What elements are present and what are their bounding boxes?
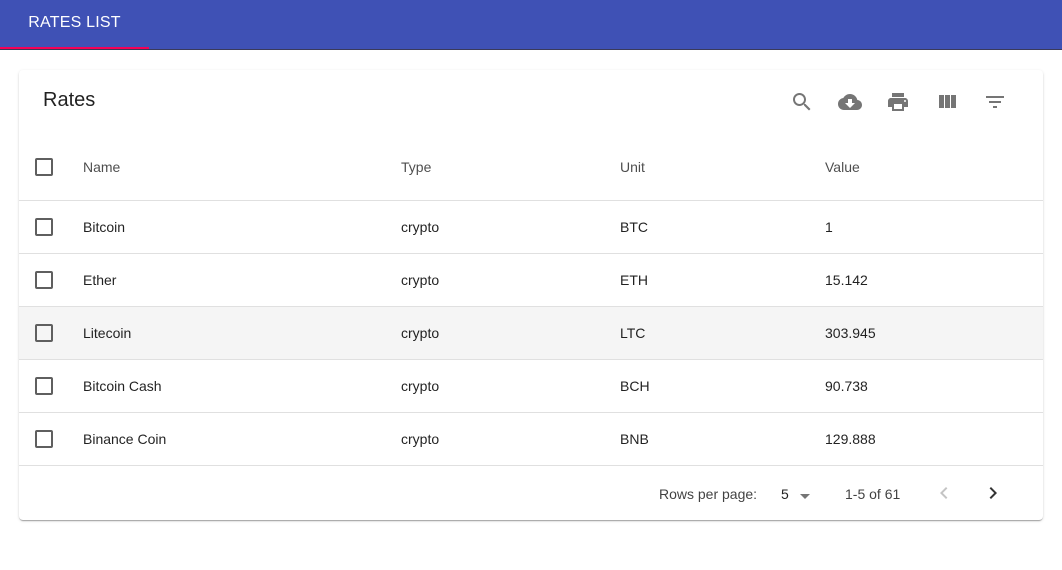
filter-table-button[interactable]	[979, 86, 1011, 118]
cell-type: crypto	[401, 272, 440, 288]
cell-name: Binance Coin	[83, 431, 167, 447]
tab-rates-list-label: RATES LIST	[28, 13, 121, 31]
cell-name: Bitcoin	[83, 219, 126, 235]
view-columns-button[interactable]	[931, 86, 963, 118]
table-row[interactable]: Bitcoin crypto BTC 1	[19, 201, 1043, 254]
cell-unit: BTC	[620, 219, 648, 235]
rows-per-page-value: 5	[781, 486, 789, 502]
cell-name: Ether	[83, 272, 117, 288]
chevron-left-icon	[940, 487, 948, 499]
row-checkbox[interactable]	[35, 218, 53, 236]
table-row[interactable]: Bitcoin Cash crypto BCH 90.738	[19, 360, 1043, 413]
cell-type: crypto	[401, 325, 440, 341]
rates-table-card: Rates Name Type Unit Value Bitcoin crypt…	[19, 70, 1043, 520]
pagination-range: 1-5 of 61	[845, 485, 901, 502]
column-header-type[interactable]: Type	[401, 134, 431, 200]
search-icon	[793, 93, 811, 111]
cell-value: 303.945	[825, 325, 876, 341]
print-icon	[888, 93, 908, 111]
rows-per-page-label: Rows per page:	[659, 485, 758, 502]
cell-type: crypto	[401, 431, 440, 447]
table-row[interactable]: Litecoin crypto LTC 303.945	[19, 307, 1043, 360]
table-row[interactable]: Binance Coin crypto BNB 129.888	[19, 413, 1043, 466]
cell-type: crypto	[401, 219, 440, 235]
cell-name: Bitcoin Cash	[83, 378, 162, 394]
column-header-value[interactable]: Value	[825, 134, 860, 200]
row-checkbox[interactable]	[35, 324, 53, 342]
next-page-button[interactable]	[977, 477, 1009, 509]
app-bar: RATES LIST	[0, 0, 1062, 49]
download-csv-button[interactable]	[834, 86, 866, 118]
column-header-unit[interactable]: Unit	[620, 134, 645, 200]
cloud-download-icon	[838, 94, 862, 110]
rows-per-page-select[interactable]: 5	[775, 481, 815, 507]
table-toolbar: Rates	[19, 70, 1043, 134]
cell-value: 90.738	[825, 378, 868, 394]
cell-value: 15.142	[825, 272, 868, 288]
search-button[interactable]	[786, 86, 818, 118]
select-all-checkbox[interactable]	[35, 158, 53, 176]
cell-unit: BCH	[620, 378, 650, 394]
cell-unit: ETH	[620, 272, 648, 288]
cell-value: 1	[825, 219, 833, 235]
row-checkbox[interactable]	[35, 271, 53, 289]
table-row[interactable]: Ether crypto ETH 15.142	[19, 254, 1043, 307]
app-bar-divider	[0, 49, 1062, 50]
column-header-name[interactable]: Name	[83, 134, 120, 200]
table-pagination: Rows per page: 5 1-5 of 61	[19, 467, 1043, 520]
row-checkbox[interactable]	[35, 430, 53, 448]
cell-unit: BNB	[620, 431, 649, 447]
print-button[interactable]	[882, 86, 914, 118]
arrow-drop-down-icon	[800, 494, 810, 499]
chevron-right-icon	[989, 487, 997, 499]
table-title: Rates	[43, 89, 96, 111]
table-header-row: Name Type Unit Value	[19, 134, 1043, 201]
tab-rates-list[interactable]: RATES LIST	[0, 0, 149, 49]
cell-unit: LTC	[620, 325, 646, 341]
view-column-icon	[939, 95, 956, 108]
row-checkbox[interactable]	[35, 377, 53, 395]
cell-name: Litecoin	[83, 325, 132, 341]
cell-type: crypto	[401, 378, 440, 394]
previous-page-button[interactable]	[928, 477, 960, 509]
cell-value: 129.888	[825, 431, 876, 447]
filter-list-icon	[986, 96, 1004, 108]
